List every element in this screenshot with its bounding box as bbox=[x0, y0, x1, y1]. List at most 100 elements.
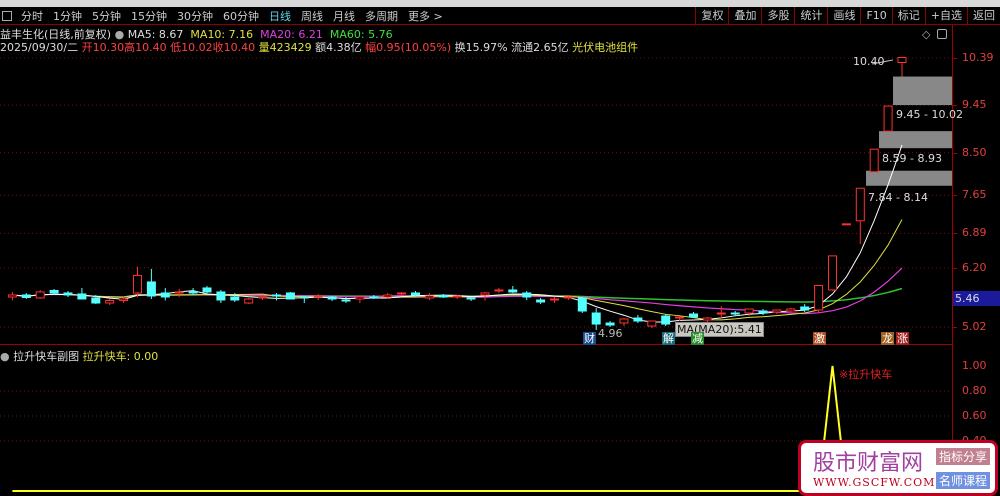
tick-mark bbox=[952, 105, 957, 107]
candle-body bbox=[272, 294, 281, 297]
candle-body bbox=[466, 297, 476, 300]
candle-body bbox=[63, 292, 73, 296]
candle-body bbox=[21, 294, 31, 298]
sub-value: 拉升快车: 0.00 bbox=[82, 350, 159, 363]
price-tick: 5.02 bbox=[962, 320, 987, 334]
candle-body bbox=[133, 274, 142, 294]
zone-label: 9.45 - 10.02 bbox=[896, 108, 963, 121]
candle-body bbox=[786, 308, 796, 312]
price-tick: 6.89 bbox=[962, 226, 987, 240]
candle-body bbox=[841, 223, 851, 226]
low-price-label: 4.96 bbox=[598, 327, 623, 340]
candle-body bbox=[397, 292, 407, 295]
sub-indicator-line bbox=[12, 365, 902, 492]
kline-chart bbox=[0, 56, 952, 492]
candle-body bbox=[800, 306, 810, 311]
candle-body bbox=[452, 295, 462, 298]
event-marker: 激 bbox=[813, 332, 826, 345]
candle-body bbox=[258, 296, 268, 299]
badge-courses[interactable]: 名师课程 bbox=[936, 472, 991, 489]
candle-body bbox=[563, 296, 573, 299]
candle-body bbox=[146, 281, 156, 297]
sub-chart-header: ● 拉升快车副图 拉升快车: 0.00 bbox=[0, 348, 158, 364]
high-price-label: 10.40 bbox=[853, 55, 885, 68]
event-marker: 减 bbox=[691, 332, 704, 345]
event-marker: 龙 bbox=[881, 332, 894, 345]
candle-body bbox=[869, 148, 879, 173]
zone-label: 7.84 - 8.14 bbox=[868, 191, 928, 204]
tick-mark bbox=[952, 267, 957, 269]
candle-body bbox=[675, 316, 685, 319]
candle-body bbox=[577, 297, 587, 312]
tick-mark bbox=[952, 152, 957, 154]
pane-separator bbox=[0, 344, 952, 345]
candle-body bbox=[494, 289, 504, 292]
price-tick: 7.65 bbox=[962, 188, 987, 202]
candle-body bbox=[508, 289, 518, 293]
candle-body bbox=[285, 292, 295, 300]
zone-label: 8.59 - 8.93 bbox=[882, 152, 942, 165]
event-marker: 解 bbox=[662, 332, 675, 345]
candle-body bbox=[411, 292, 420, 296]
candle-body bbox=[758, 310, 768, 314]
candle-body bbox=[591, 312, 601, 325]
candle-body bbox=[7, 294, 17, 298]
price-tick: 9.45 bbox=[962, 98, 987, 112]
candle-body bbox=[105, 299, 115, 304]
price-tick: 10.39 bbox=[962, 51, 994, 64]
candle-body bbox=[772, 309, 782, 313]
sub-tick: 0.60 bbox=[962, 409, 987, 422]
sub-tick: 0.80 bbox=[962, 384, 987, 397]
candle-body bbox=[369, 296, 379, 299]
candle-body bbox=[633, 317, 643, 322]
axis-divider bbox=[952, 25, 953, 496]
signal-label: ※拉升快车 bbox=[839, 368, 893, 381]
sub-title: 拉升快车副图 bbox=[13, 350, 80, 363]
candle-body bbox=[216, 291, 226, 301]
watermark-url: WWW.GSCFW.COM bbox=[813, 476, 936, 489]
candle-body bbox=[244, 298, 254, 304]
event-marker: 财 bbox=[583, 332, 596, 345]
candle-body bbox=[355, 296, 365, 300]
current-price-label: 5.46 bbox=[953, 291, 1000, 306]
candle-body bbox=[327, 296, 337, 300]
badge-indicator-share[interactable]: 指标分享 bbox=[936, 448, 991, 465]
candle-body bbox=[550, 298, 559, 301]
candle-body bbox=[91, 297, 101, 304]
gap-zone bbox=[866, 170, 952, 186]
candle-body bbox=[35, 291, 45, 299]
candle-body bbox=[730, 312, 740, 315]
candle-body bbox=[119, 298, 129, 301]
candle-body bbox=[828, 255, 837, 291]
candle-body bbox=[855, 187, 865, 222]
price-tick: 6.20 bbox=[962, 260, 987, 274]
candle-body bbox=[188, 290, 198, 294]
candle-body bbox=[313, 295, 323, 298]
watermark: 股市财富网 WWW.GSCFW.COM 指标分享 名师课程 bbox=[798, 440, 998, 496]
candle-body bbox=[438, 294, 448, 298]
candle-body bbox=[202, 287, 212, 293]
price-tick: 8.50 bbox=[962, 145, 987, 159]
candle-body bbox=[383, 294, 393, 298]
candle-body bbox=[814, 284, 824, 311]
candle-body bbox=[341, 299, 351, 302]
ma-tooltip: MA(MA20):5.41 bbox=[675, 322, 764, 337]
candle-body bbox=[160, 292, 170, 298]
tick-mark bbox=[952, 233, 957, 235]
candle-body bbox=[77, 293, 87, 300]
candle-body bbox=[619, 318, 629, 324]
event-marker: 涨 bbox=[896, 332, 909, 345]
tick-mark bbox=[952, 195, 957, 197]
tick-mark bbox=[952, 327, 957, 329]
candle-body bbox=[716, 312, 726, 315]
candle-body bbox=[522, 292, 532, 298]
sub-settings-icon[interactable]: ● bbox=[0, 350, 10, 363]
candle-body bbox=[174, 291, 184, 294]
candle-body bbox=[897, 56, 907, 64]
candle-body bbox=[536, 299, 546, 303]
candle-body bbox=[689, 313, 698, 318]
watermark-name: 股市财富网 bbox=[813, 451, 924, 476]
candle-body bbox=[49, 289, 59, 294]
ma10-line bbox=[12, 219, 903, 321]
candle-body bbox=[230, 296, 240, 301]
